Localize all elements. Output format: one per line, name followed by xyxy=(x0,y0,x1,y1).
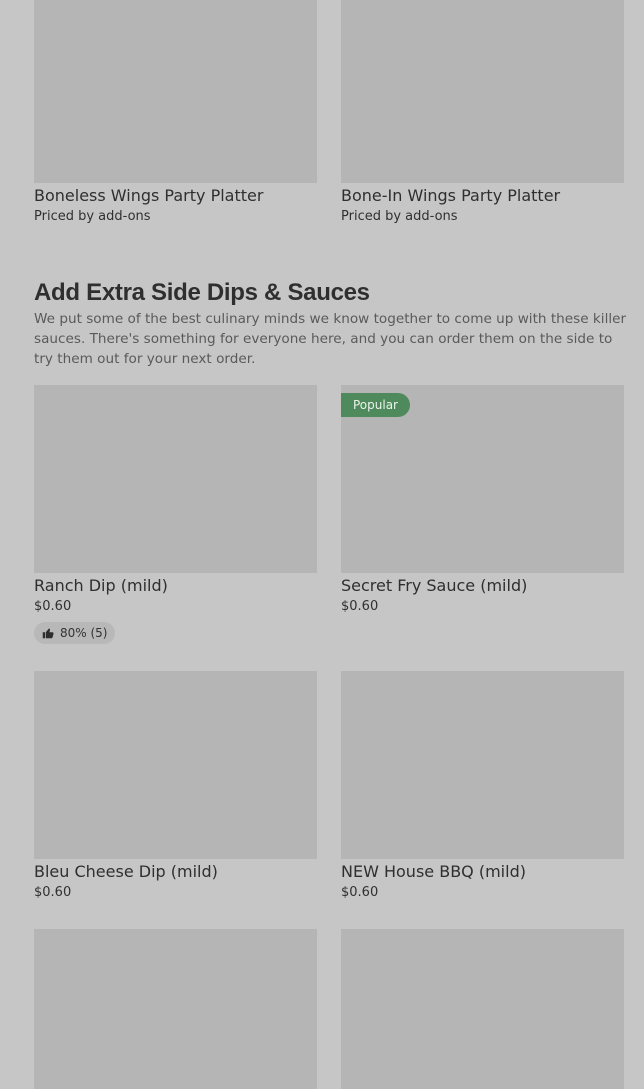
item-image[interactable]: Popular xyxy=(341,385,624,573)
item-price: $0.60 xyxy=(341,599,379,614)
rating-text: 80% (5) xyxy=(60,626,108,640)
item-name: NEW House BBQ (mild) xyxy=(341,862,526,881)
item-image[interactable] xyxy=(34,0,317,183)
item-price: Priced by add-ons xyxy=(341,209,458,224)
platter-row: Boneless Wings Party Platter Priced by a… xyxy=(34,0,624,226)
sauce-row-1: Ranch Dip (mild) $0.60 80% (5) Popular S… xyxy=(34,385,624,644)
thumbs-up-icon xyxy=(42,628,54,639)
item-image[interactable] xyxy=(34,671,317,859)
item-price: Priced by add-ons xyxy=(34,209,151,224)
item-price: $0.60 xyxy=(34,599,72,614)
menu-item-secret-fry-sauce[interactable]: Popular Secret Fry Sauce (mild) $0.60 xyxy=(341,385,624,644)
sauce-row-2: Bleu Cheese Dip (mild) $0.60 NEW House B… xyxy=(34,671,624,902)
item-image[interactable] xyxy=(341,671,624,859)
item-name: Bleu Cheese Dip (mild) xyxy=(34,862,218,881)
item-name: Ranch Dip (mild) xyxy=(34,576,168,595)
section-description: We put some of the best culinary minds w… xyxy=(34,311,627,367)
item-price: $0.60 xyxy=(34,885,72,900)
item-image[interactable] xyxy=(34,385,317,573)
menu-item-bone-in-wings-platter[interactable]: Bone-In Wings Party Platter Priced by ad… xyxy=(341,0,624,226)
menu-item-partial[interactable] xyxy=(341,929,624,1089)
item-name: Secret Fry Sauce (mild) xyxy=(341,576,528,595)
menu-item-bleu-cheese-dip[interactable]: Bleu Cheese Dip (mild) $0.60 xyxy=(34,671,317,902)
item-name: Bone-In Wings Party Platter xyxy=(341,186,561,205)
menu-item-boneless-wings-platter[interactable]: Boneless Wings Party Platter Priced by a… xyxy=(34,0,317,226)
item-image[interactable] xyxy=(34,929,317,1089)
popular-badge: Popular xyxy=(341,393,410,417)
sauce-row-3 xyxy=(34,929,624,1089)
item-price: $0.60 xyxy=(341,885,379,900)
menu-item-house-bbq[interactable]: NEW House BBQ (mild) $0.60 xyxy=(341,671,624,902)
item-image[interactable] xyxy=(341,929,624,1089)
menu-item-partial[interactable] xyxy=(34,929,317,1089)
rating-badge: 80% (5) xyxy=(34,622,116,644)
menu-item-ranch-dip[interactable]: Ranch Dip (mild) $0.60 80% (5) xyxy=(34,385,317,644)
item-image[interactable] xyxy=(341,0,624,183)
section-title: Add Extra Side Dips & Sauces xyxy=(34,279,370,306)
item-name: Boneless Wings Party Platter xyxy=(34,186,264,205)
